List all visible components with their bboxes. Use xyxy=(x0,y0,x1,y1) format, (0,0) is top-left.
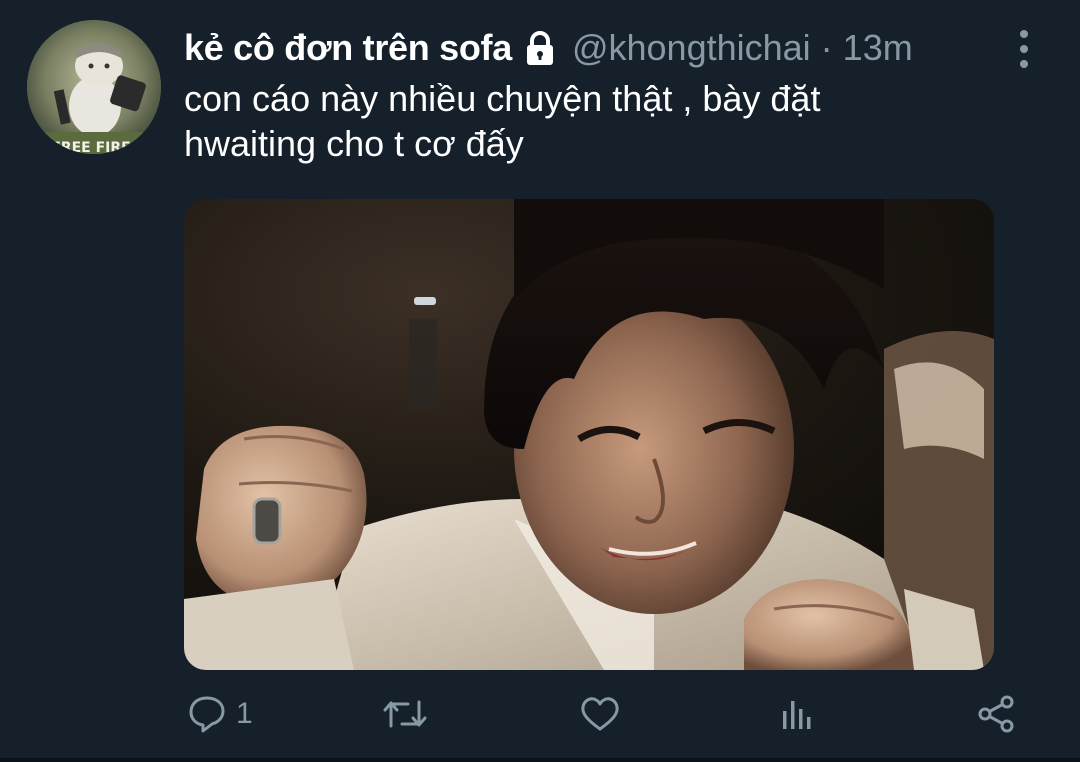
reply-count: 1 xyxy=(236,697,253,730)
photo-image xyxy=(184,199,994,670)
share-icon xyxy=(978,695,1014,733)
separator-dot: · xyxy=(820,27,833,68)
retweet-icon xyxy=(383,700,427,728)
tweet-header: kẻ cô đơn trên sofa @khongthichai · 13m xyxy=(184,22,913,74)
avatar-image: FREE FIRE xyxy=(27,20,161,154)
reply-button[interactable]: 1 xyxy=(188,692,253,736)
tweet-text: con cáo này nhiều chuyện thật , bày đặt … xyxy=(184,76,1004,166)
like-button[interactable] xyxy=(580,692,620,736)
analytics-button[interactable] xyxy=(780,692,814,736)
handle[interactable]: @khongthichai xyxy=(572,27,811,69)
tweet-actions: 1 xyxy=(0,692,1080,736)
reply-icon xyxy=(189,696,225,733)
lock-icon xyxy=(520,28,560,68)
tweet[interactable]: FREE FIRE kẻ cô đơn trên sofa @khongthic… xyxy=(0,0,1080,762)
share-button[interactable] xyxy=(976,692,1016,736)
avatar-logo-text: FREE FIRE xyxy=(51,140,130,154)
divider xyxy=(0,758,1080,762)
retweet-button[interactable] xyxy=(382,692,428,736)
tweet-text-line-2: hwaiting cho t cơ đấy xyxy=(184,123,524,164)
display-name[interactable]: kẻ cô đơn trên sofa xyxy=(184,27,512,69)
heart-icon xyxy=(581,697,619,731)
tweet-photo[interactable] xyxy=(184,199,994,670)
analytics-icon xyxy=(783,701,811,729)
more-options-icon[interactable] xyxy=(1010,27,1038,71)
avatar[interactable]: FREE FIRE xyxy=(27,20,161,154)
tweet-text-line-1: con cáo này nhiều chuyện thật , bày đặt xyxy=(184,78,821,119)
timestamp[interactable]: 13m xyxy=(843,27,913,69)
